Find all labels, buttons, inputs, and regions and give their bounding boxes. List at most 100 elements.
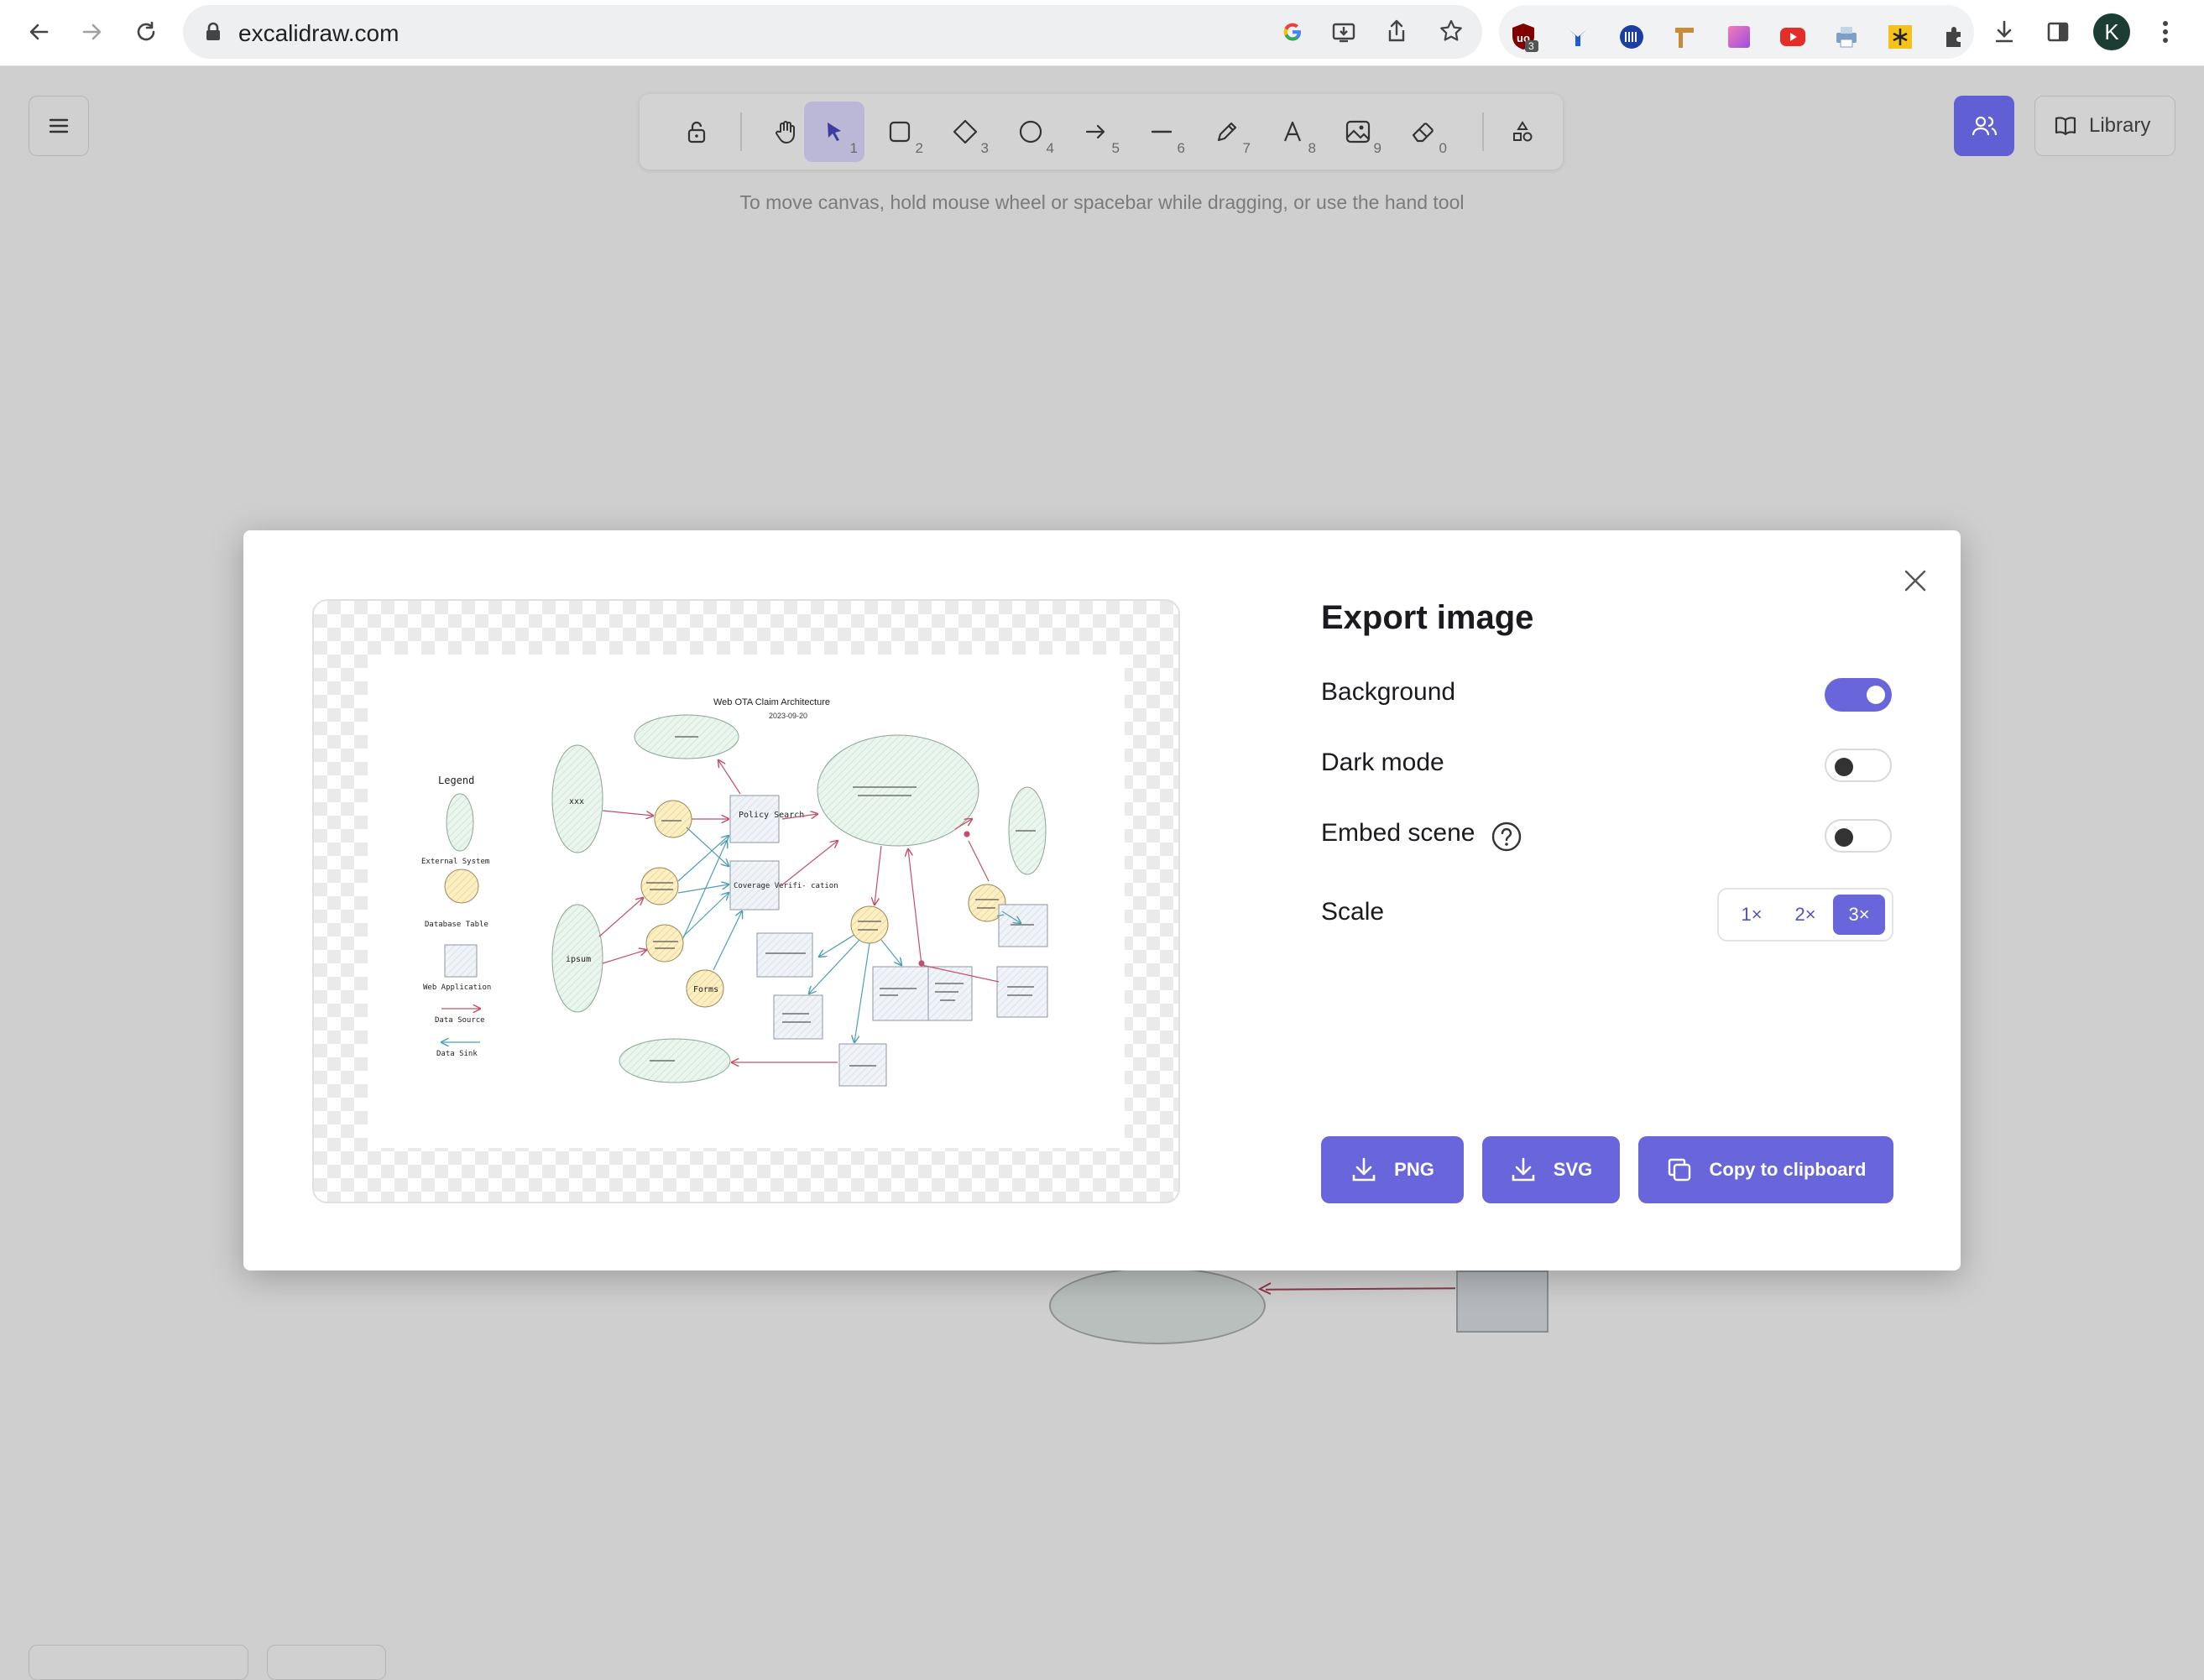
tool-shortcut-number: 7 [1242, 140, 1251, 156]
canvas-ellipse[interactable] [1049, 1267, 1266, 1344]
embed-scene-label: Embed scene [1321, 819, 1475, 847]
close-dialog-button[interactable] [1897, 562, 1934, 599]
clipboard-label: Copy to clipboard [1709, 1159, 1867, 1180]
main-menu-button[interactable] [29, 96, 89, 156]
back-button[interactable] [20, 13, 57, 50]
diagram-date: 2023-09-20 [769, 712, 807, 720]
ext-xxx-label: xxx [569, 797, 584, 806]
tool-draw[interactable]: 7 [1197, 102, 1257, 162]
db-table-3 [645, 924, 684, 963]
unlock-icon [687, 121, 706, 143]
tool-lock[interactable] [666, 102, 727, 162]
canvas-arrowhead [1257, 1282, 1272, 1295]
extension-gradient-icon[interactable] [1722, 20, 1756, 54]
dialog-title: Export image [1321, 599, 1534, 636]
export-svg-button[interactable]: SVG [1482, 1136, 1620, 1203]
webapp-c [872, 966, 929, 1021]
pencil-icon [1217, 122, 1237, 142]
tool-eraser[interactable]: 0 [1393, 102, 1454, 162]
webapp-policy-label: Policy Search [739, 811, 804, 820]
library-button[interactable]: Library [2034, 96, 2175, 156]
background-toggle[interactable] [1825, 678, 1892, 712]
address-bar[interactable]: excalidraw.com [183, 5, 1482, 59]
webapp-b [773, 994, 823, 1040]
download-icon [1996, 20, 2013, 43]
extension-hammer-icon[interactable] [1669, 20, 1702, 54]
ublock-icon[interactable]: uo 3 [1507, 20, 1541, 54]
tool-line[interactable]: 6 [1131, 102, 1192, 162]
zoom-controls[interactable] [29, 1645, 248, 1680]
share-icon[interactable] [1385, 18, 1408, 44]
extensions-puzzle-icon[interactable] [1937, 20, 1971, 54]
db-forms-label: Forms [693, 985, 718, 994]
webapp-g [838, 1043, 887, 1087]
shape-toolbar: 1 2 3 4 5 6 7 8 9 0 [640, 94, 1563, 170]
export-image-dialog: Web OTA Claim Architecture 2023-09-20 Le… [243, 530, 1961, 1270]
tool-shortcut-number: 0 [1439, 140, 1447, 156]
legend-webapp-label: Web Application [423, 983, 491, 992]
google-icon[interactable] [1281, 20, 1304, 44]
image-icon [1345, 120, 1371, 143]
preview-image: Web OTA Claim Architecture 2023-09-20 Le… [368, 655, 1125, 1148]
undo-redo-controls[interactable] [267, 1645, 386, 1680]
diagram-title: Web OTA Claim Architecture [713, 697, 830, 707]
export-png-button[interactable]: PNG [1321, 1136, 1464, 1203]
browser-menu-button[interactable] [2147, 13, 2184, 50]
webapp-e [998, 904, 1048, 947]
canvas-rectangle[interactable] [1456, 1270, 1549, 1333]
help-icon[interactable] [1491, 821, 1522, 853]
profile-avatar[interactable]: K [2093, 13, 2130, 50]
arrow-icon [1085, 124, 1105, 139]
browser-toolbar: excalidraw.com uo 3 K [0, 0, 2204, 66]
tool-ellipse[interactable]: 4 [1000, 102, 1061, 162]
extension-star-icon[interactable] [1883, 20, 1917, 54]
canvas-hint: To move canvas, hold mouse wheel or spac… [739, 191, 1465, 213]
tool-shortcut-number: 1 [849, 140, 858, 156]
tool-image[interactable]: 9 [1328, 102, 1388, 162]
tool-shortcut-number: 5 [1111, 140, 1120, 156]
webapp-coverage-label: Coverage Verifi- cation [734, 882, 838, 890]
downloads-button[interactable] [1986, 13, 2023, 50]
install-app-icon[interactable] [1331, 20, 1356, 44]
side-panel-button[interactable] [2039, 13, 2076, 50]
extension-print-icon[interactable] [1830, 20, 1863, 54]
canvas-connector-line[interactable] [1265, 1287, 1456, 1291]
extension-youtube-icon[interactable] [1776, 20, 1810, 54]
tool-more-shapes[interactable] [1492, 102, 1553, 162]
extension-badge-count: 3 [1528, 40, 1534, 52]
webapp-a [756, 932, 813, 978]
tool-arrow[interactable]: 5 [1066, 102, 1126, 162]
legend-webapp-symbol [444, 944, 478, 978]
embed-scene-toggle[interactable] [1825, 819, 1892, 853]
forward-button[interactable] [74, 13, 111, 50]
bookmark-star-icon[interactable] [1439, 18, 1464, 44]
collaborate-button[interactable] [1954, 96, 2014, 156]
png-label: PNG [1394, 1159, 1434, 1180]
scale-3x-button[interactable]: 3× [1833, 895, 1885, 935]
tool-shortcut-number: 4 [1046, 140, 1054, 156]
hand-icon [776, 121, 795, 143]
shapes-icon [1513, 121, 1533, 142]
tool-shortcut-number: 2 [915, 140, 923, 156]
reload-button[interactable] [128, 13, 165, 50]
db-table-2 [640, 867, 679, 905]
extension-circle-icon[interactable] [1615, 20, 1648, 54]
book-icon [2055, 117, 2076, 136]
tool-selection[interactable]: 1 [804, 102, 864, 162]
toolbar-separator [740, 112, 742, 151]
tool-rectangle[interactable]: 2 [870, 102, 930, 162]
tool-diamond[interactable]: 3 [935, 102, 995, 162]
url-text: excalidraw.com [238, 20, 400, 46]
extensions-bar: uo 3 [1499, 5, 1974, 59]
toolbar-separator [1482, 112, 1484, 151]
extension-y-icon[interactable] [1561, 20, 1595, 54]
tool-text[interactable]: 8 [1262, 102, 1323, 162]
background-label: Background [1321, 678, 1456, 706]
dark-mode-toggle[interactable] [1825, 749, 1892, 782]
scale-2x-button[interactable]: 2× [1779, 895, 1831, 935]
lock-icon [206, 22, 220, 40]
scale-1x-button[interactable]: 1× [1726, 895, 1778, 935]
architecture-diagram: Web OTA Claim Architecture 2023-09-20 Le… [421, 697, 1048, 1087]
legend-external-symbol [446, 793, 474, 852]
copy-to-clipboard-button[interactable]: Copy to clipboard [1638, 1136, 1893, 1203]
